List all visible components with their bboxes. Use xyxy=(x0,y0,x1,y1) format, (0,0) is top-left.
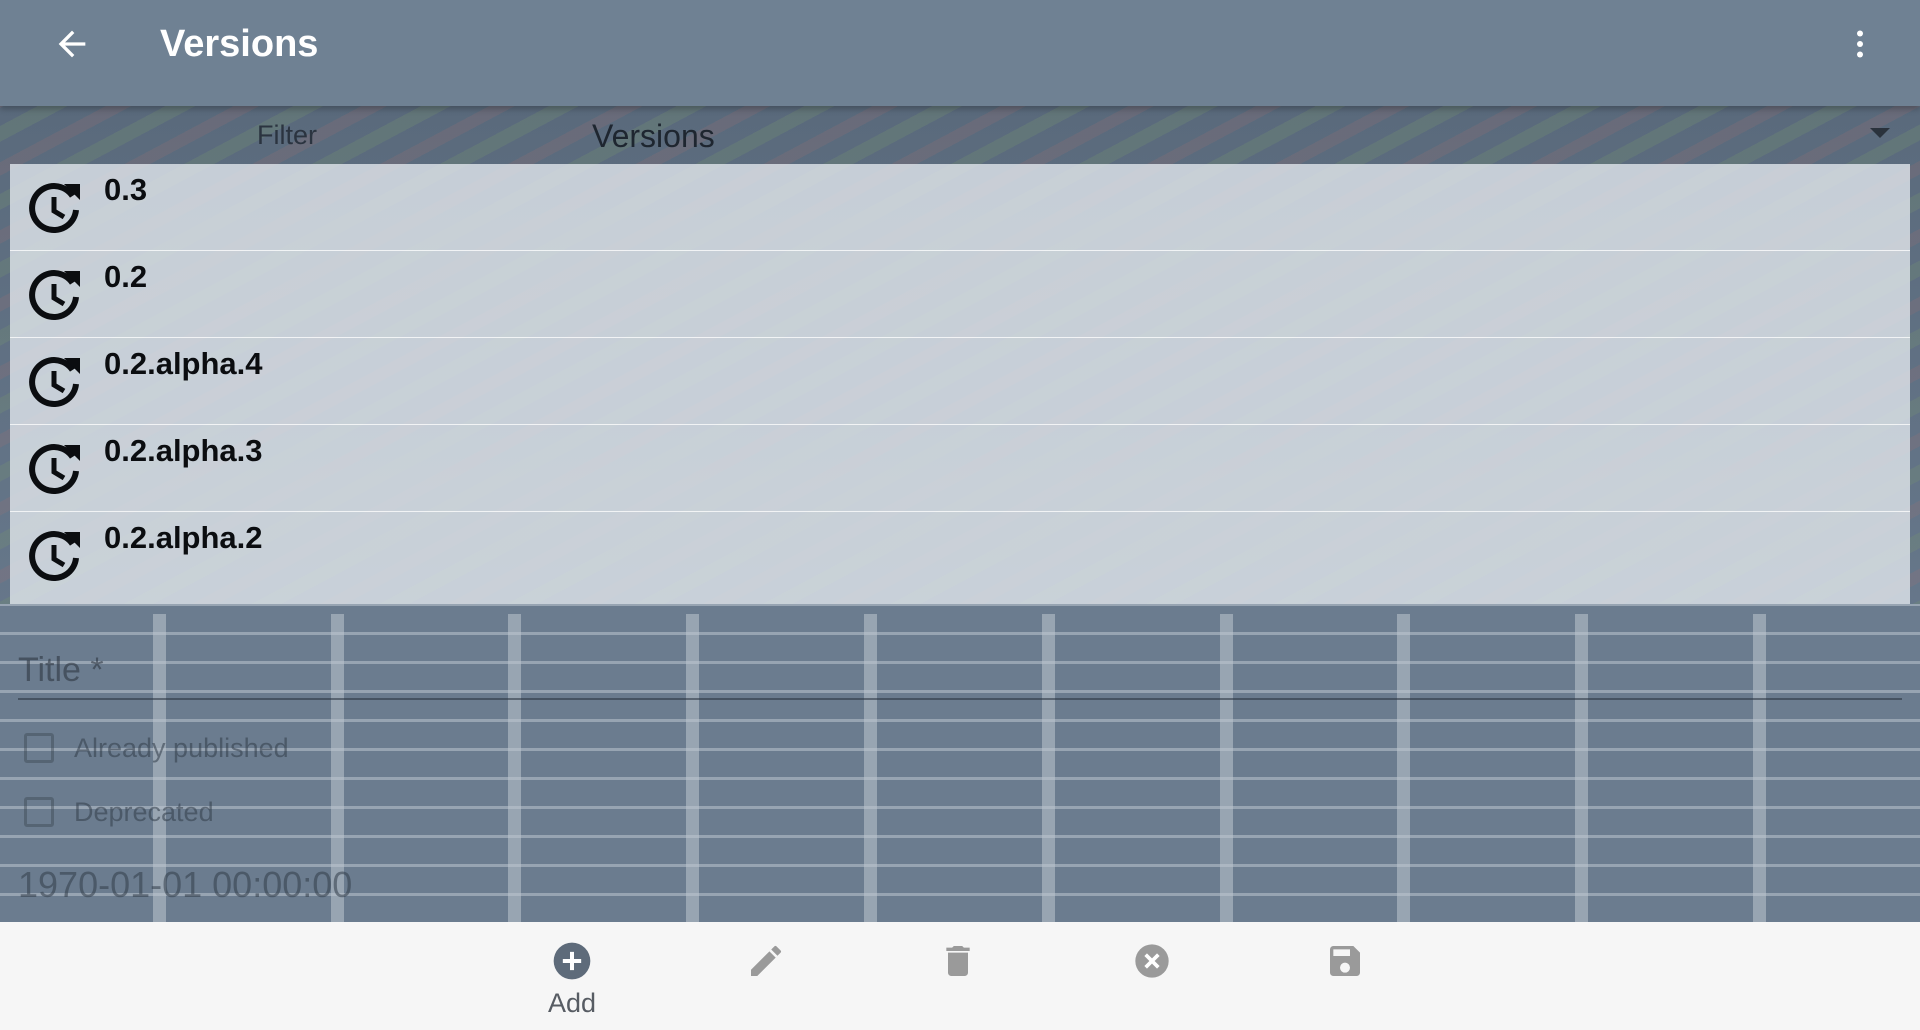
filter-row: Filter Versions xyxy=(0,106,1920,164)
versions-list: 0.3 0.2 0.2.alpha.4 0.2.alpha.3 0.2.alpha.2 xyxy=(10,164,1910,604)
already-published-checkbox[interactable]: Already published xyxy=(24,728,289,768)
date-field[interactable]: 1970-01-01 00:00:00 xyxy=(18,864,352,906)
version-list-item[interactable]: 0.2.alpha.2 xyxy=(10,512,1910,598)
version-label: 0.2.alpha.4 xyxy=(104,346,263,381)
version-list-item[interactable]: 0.2.alpha.3 xyxy=(10,425,1910,512)
deprecated-label: Deprecated xyxy=(74,796,214,827)
page-title: Versions xyxy=(160,23,319,65)
version-list-item[interactable]: 0.2 xyxy=(10,251,1910,338)
already-published-label: Already published xyxy=(74,732,289,763)
version-list-item[interactable]: 0.2.alpha.4 xyxy=(10,338,1910,425)
version-label: 0.2.alpha.2 xyxy=(104,520,263,555)
title-input[interactable] xyxy=(18,648,1902,692)
bottom-toolbar: Add xyxy=(0,922,1920,1030)
save-icon xyxy=(1330,946,1360,976)
add-icon xyxy=(553,942,591,980)
save-button[interactable] xyxy=(1285,922,1405,1030)
filter-dropdown[interactable]: Versions xyxy=(592,114,1892,158)
delete-button[interactable] xyxy=(898,922,1018,1030)
more-vert-icon xyxy=(1857,30,1863,58)
cancel-icon xyxy=(1135,944,1169,978)
version-form: Already published Deprecated 1970-01-01 … xyxy=(0,604,1920,922)
version-label: 0.2.alpha.3 xyxy=(104,433,263,468)
filter-label: Filter xyxy=(257,120,317,150)
version-label: 0.2 xyxy=(104,259,148,294)
history-icon xyxy=(22,524,86,588)
edit-button[interactable] xyxy=(706,922,826,1030)
version-list-item[interactable]: 0.3 xyxy=(10,164,1910,251)
edit-icon xyxy=(751,945,782,976)
arrow-back-icon xyxy=(58,30,86,58)
add-button[interactable]: Add xyxy=(512,922,632,1030)
app-root: Versions Filter Versions 0.3 0.2 0.2.alpha… xyxy=(0,0,1920,1030)
deprecated-checkbox[interactable]: Deprecated xyxy=(24,792,214,832)
history-icon xyxy=(22,176,86,240)
checkbox-box xyxy=(24,733,54,763)
back-button[interactable] xyxy=(48,20,96,68)
delete-icon xyxy=(946,946,970,976)
checkbox-box xyxy=(24,797,54,827)
more-options-button[interactable] xyxy=(1840,20,1880,68)
history-icon xyxy=(22,263,86,327)
history-icon xyxy=(22,437,86,501)
filter-selected-value: Versions xyxy=(592,118,715,154)
version-label: 0.3 xyxy=(104,172,148,207)
history-icon xyxy=(22,350,86,414)
dropdown-arrow-icon xyxy=(1870,128,1890,138)
title-field xyxy=(18,648,1902,700)
add-label: Add xyxy=(547,988,597,1018)
app-bar: Versions xyxy=(0,0,1920,106)
cancel-button[interactable] xyxy=(1092,922,1212,1030)
